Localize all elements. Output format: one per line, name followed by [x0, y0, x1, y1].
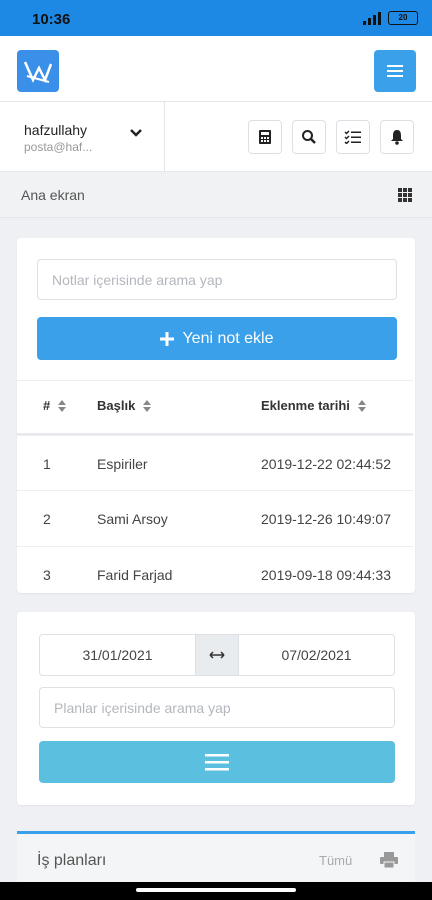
- home-handle[interactable]: [136, 888, 296, 892]
- plus-icon: [160, 331, 175, 346]
- sort-icon: [357, 399, 366, 412]
- notifications-button[interactable]: [380, 120, 414, 154]
- row-date: 2019-09-18 09:44:33: [261, 567, 391, 583]
- table-row[interactable]: 1 Espiriler 2019-12-22 02:44:52: [17, 435, 413, 491]
- search-icon: [302, 130, 316, 144]
- tasks-button[interactable]: [336, 120, 370, 154]
- app-header: [0, 36, 432, 102]
- checklist-icon: [344, 130, 361, 144]
- date-range-separator: [196, 634, 238, 676]
- add-note-button[interactable]: Yeni not ekle: [37, 317, 397, 360]
- row-number: 1: [43, 456, 51, 472]
- add-note-label: Yeni not ekle: [182, 329, 274, 347]
- table-row[interactable]: 2 Sami Arsoy 2019-12-26 10:49:07: [17, 490, 413, 546]
- row-title: Farid Farjad: [97, 567, 173, 583]
- column-label: #: [43, 398, 51, 413]
- user-email: posta@haf...: [24, 140, 93, 154]
- divider: [164, 102, 165, 172]
- breadcrumb-label[interactable]: Ana ekran: [21, 187, 85, 203]
- logo-icon: [23, 61, 53, 84]
- arrows-horizontal-icon: [209, 651, 225, 659]
- row-date: 2019-12-22 02:44:52: [261, 456, 391, 472]
- hamburger-icon: [387, 65, 403, 77]
- row-date: 2019-12-26 10:49:07: [261, 511, 391, 527]
- plans-menu-button[interactable]: [39, 741, 395, 783]
- row-number: 3: [43, 567, 51, 583]
- column-header-number[interactable]: #: [43, 398, 67, 413]
- row-title: Espiriler: [97, 456, 148, 472]
- hamburger-icon: [205, 754, 229, 771]
- user-bar: hafzullahy posta@haf...: [0, 102, 432, 172]
- date-from-input[interactable]: 31/01/2021: [39, 634, 196, 676]
- all-link[interactable]: Tümü: [319, 853, 352, 868]
- column-header-date[interactable]: Eklenme tarihi: [261, 398, 366, 413]
- column-label: Eklenme tarihi: [261, 398, 350, 413]
- calculator-icon: [259, 130, 271, 144]
- print-icon[interactable]: [380, 852, 398, 868]
- battery-icon: 20: [388, 11, 418, 25]
- user-name[interactable]: hafzullahy: [24, 122, 87, 138]
- app-logo[interactable]: [17, 50, 59, 92]
- status-bar: 10:36 20: [0, 0, 432, 36]
- plans-search-input[interactable]: Planlar içerisinde arama yap: [39, 687, 395, 728]
- date-to-input[interactable]: 07/02/2021: [238, 634, 395, 676]
- status-time: 10:36: [32, 11, 71, 28]
- breadcrumb: Ana ekran: [0, 172, 432, 218]
- signal-icon: [363, 12, 381, 25]
- sort-icon: [143, 399, 152, 412]
- search-button[interactable]: [292, 120, 326, 154]
- row-title: Sami Arsoy: [97, 511, 168, 527]
- navigation-bar: [0, 882, 432, 900]
- bell-icon: [391, 130, 403, 145]
- menu-button[interactable]: [374, 50, 416, 92]
- notes-search-input[interactable]: Notlar içerisinde arama yap: [37, 259, 397, 300]
- calculator-button[interactable]: [248, 120, 282, 154]
- column-header-title[interactable]: Başlık: [97, 398, 152, 413]
- column-label: Başlık: [97, 398, 136, 413]
- chevron-down-icon[interactable]: [128, 126, 144, 140]
- status-icons: 20: [362, 11, 418, 25]
- sort-icon: [58, 399, 67, 412]
- table-row[interactable]: 3 Farid Farjad 2019-09-18 09:44:33: [17, 546, 413, 602]
- grid-icon[interactable]: [398, 188, 412, 202]
- work-plans-title: İş planları: [37, 852, 107, 869]
- row-number: 2: [43, 511, 51, 527]
